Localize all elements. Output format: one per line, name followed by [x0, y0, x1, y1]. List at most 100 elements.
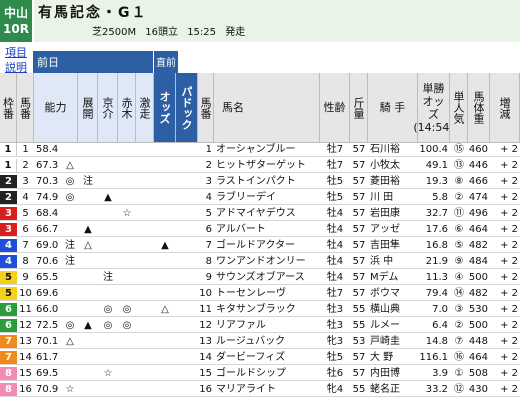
- popularity: ②: [454, 192, 464, 203]
- horse-name[interactable]: ラブリーデイ: [214, 191, 320, 204]
- win-odds: 17.6: [425, 224, 448, 235]
- gekisou-mark-2: [136, 207, 154, 220]
- horse-name[interactable]: ラストインパクト: [214, 175, 320, 188]
- akagi-mark: [98, 223, 118, 236]
- odds-mark: △: [161, 304, 169, 315]
- win-odds: 33.2: [425, 384, 448, 395]
- weight-change: + 2: [500, 384, 518, 395]
- kyou-header[interactable]: 京介: [98, 73, 118, 143]
- uma-cell: 13: [19, 336, 32, 347]
- sex-age: 牡4: [326, 208, 344, 219]
- horse-name[interactable]: リアファル: [214, 319, 320, 332]
- horse-name[interactable]: オーシャンブルー: [214, 143, 320, 156]
- horse-name[interactable]: アルバート: [214, 223, 320, 236]
- akagi-mark: [98, 287, 118, 300]
- ability-score: 67.3: [36, 160, 59, 171]
- jockey-name: 石川裕: [370, 144, 400, 155]
- gekisou-mark: [118, 367, 136, 380]
- sex-age: 牡7: [326, 144, 344, 155]
- jockey-name: 蛯名正: [370, 384, 400, 395]
- table-row: 5 10 69.6 10 トーセンレーヴ 牡7 57 ボウマ 79.4 ⑭ 482 + 2: [0, 287, 520, 301]
- horse-name[interactable]: ヒットザターゲット: [214, 159, 320, 172]
- uma-number: 15: [199, 368, 212, 379]
- body-weight: 464: [468, 352, 488, 363]
- gekisou-mark-2: [136, 319, 154, 332]
- waku-cell: 8: [0, 383, 17, 396]
- waku-cell: 1: [0, 159, 17, 172]
- body-weight: 496: [468, 208, 488, 219]
- sex-age: 牡7: [326, 160, 344, 171]
- horse-name[interactable]: ルージュバック: [214, 335, 320, 348]
- horse-name[interactable]: ワンアンドオンリー: [214, 255, 320, 268]
- sex-age: 牡4: [326, 272, 344, 283]
- popularity: ③: [454, 304, 464, 315]
- ability-score: 69.6: [36, 288, 59, 299]
- tenkai-mark: [62, 207, 78, 220]
- horse-name[interactable]: ダービーフィズ: [214, 351, 320, 364]
- kyou-mark: ▲: [84, 224, 92, 235]
- paddock-mark: [176, 223, 198, 236]
- gekisou-mark: [118, 175, 136, 188]
- sex-age: 牡3: [326, 320, 344, 331]
- win-odds: 6.4: [432, 320, 448, 331]
- akagi-mark: [98, 143, 118, 156]
- weight-change: + 2: [500, 368, 518, 379]
- gekisou-mark: [118, 351, 136, 364]
- win-odds-label: 単勝オッズ: [422, 81, 445, 121]
- waku-cell: 4: [0, 255, 17, 268]
- waku-cell: 3: [0, 207, 17, 220]
- uma-number: 6: [205, 224, 212, 235]
- gekisou-mark-2: [136, 143, 154, 156]
- paddock-mark: [176, 175, 198, 188]
- horse-name[interactable]: トーセンレーヴ: [214, 287, 320, 300]
- weight-change: + 2: [500, 160, 518, 171]
- tenkai-mark: △: [66, 160, 74, 171]
- table-row: 3 5 68.4 ☆ 5 アドマイヤデウス 牡4 57 岩田康 32.7 ⑪ 496 + 2: [0, 207, 520, 221]
- odds-header[interactable]: オッズ: [154, 73, 176, 143]
- venue-label: 中山: [3, 6, 28, 20]
- waku-cell: 5: [0, 287, 17, 300]
- uma-cell: 1: [22, 144, 29, 155]
- horse-name[interactable]: アドマイヤデウス: [214, 207, 320, 220]
- odds-mark: [154, 319, 176, 332]
- weight-change: + 2: [500, 192, 518, 203]
- waku-cell: 7: [0, 335, 17, 348]
- horse-name[interactable]: ゴールドシップ: [214, 367, 320, 380]
- popularity: ⑭: [454, 288, 464, 299]
- akagi-mark: [98, 207, 118, 220]
- horse-name[interactable]: ゴールドアクター: [214, 239, 320, 252]
- ability-score: 70.9: [36, 384, 59, 395]
- weight: 57: [352, 288, 366, 299]
- weight: 57: [352, 368, 366, 379]
- akagi-header[interactable]: 赤木: [118, 73, 136, 143]
- uma-number: 13: [199, 336, 212, 347]
- body-weight: 500: [468, 320, 488, 331]
- uma-cell: 5: [22, 208, 29, 219]
- weight: 57: [352, 240, 366, 251]
- paddock-header[interactable]: パドック: [176, 73, 198, 143]
- uma-number: 2: [205, 160, 212, 171]
- horse-name[interactable]: サウンズオブアース: [214, 271, 320, 284]
- uma-cell: 6: [22, 224, 29, 235]
- odds-mark: [154, 335, 176, 348]
- popularity-header: 単人気: [450, 73, 468, 143]
- gekisou-mark-2: [136, 223, 154, 236]
- sex-age: 牡3: [326, 304, 344, 315]
- weight-change: + 2: [500, 240, 518, 251]
- paddock-mark: [176, 239, 198, 252]
- uma-cell: 2: [22, 160, 29, 171]
- weight-change: + 2: [500, 144, 518, 155]
- gekisou-header[interactable]: 激走: [136, 73, 154, 143]
- sex-age: 牡4: [326, 240, 344, 251]
- body-weight: 448: [468, 336, 488, 347]
- tenkai-header[interactable]: 展開: [78, 73, 98, 143]
- jockey-name: 菱田裕: [370, 176, 400, 187]
- horse-name[interactable]: キタサンブラック: [214, 303, 320, 316]
- weight: 57: [352, 352, 366, 363]
- gekisou-mark-2: [136, 271, 154, 284]
- sex-age: 牡5: [326, 192, 344, 203]
- paddock-mark: [176, 191, 198, 204]
- ability-header[interactable]: 能力: [34, 73, 78, 143]
- items-link[interactable]: 項目: [0, 44, 32, 60]
- horse-name[interactable]: マリアライト: [214, 383, 320, 396]
